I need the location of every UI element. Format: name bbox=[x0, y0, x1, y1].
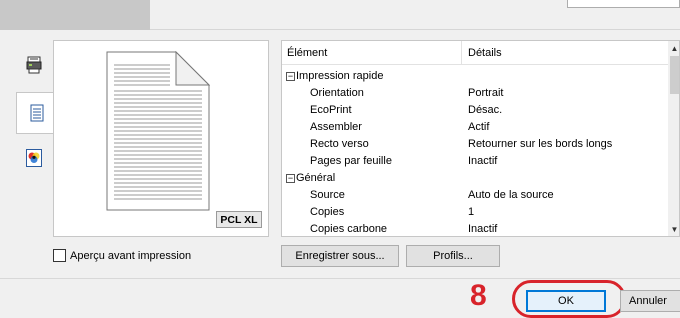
row-value: Auto de la source bbox=[468, 189, 554, 201]
step-callout-number: 8 bbox=[470, 279, 487, 312]
checkbox-label: Aperçu avant impression bbox=[70, 249, 192, 262]
row-name: Pages par feuille bbox=[310, 155, 392, 167]
row-name: Copies bbox=[310, 206, 345, 218]
row-value: Inactif bbox=[468, 155, 498, 167]
table-row[interactable]: Recto verso Retourner sur les bords long… bbox=[282, 136, 668, 153]
document-icon bbox=[30, 104, 43, 122]
vertical-scrollbar[interactable]: ▲ ▼ bbox=[668, 41, 679, 236]
table-row[interactable]: Copies 1 bbox=[282, 204, 668, 221]
profiles-button[interactable]: Profils... bbox=[406, 245, 500, 267]
cancel-button[interactable]: Annuler bbox=[620, 290, 680, 312]
row-value: Inactif bbox=[468, 223, 498, 235]
table-row[interactable]: Copies carbone Inactif bbox=[282, 221, 668, 236]
table-header: Élément Détails bbox=[282, 41, 668, 65]
row-value: Portrait bbox=[468, 87, 504, 99]
page-preview-icon bbox=[106, 51, 210, 211]
row-name: Orientation bbox=[310, 87, 364, 99]
divider bbox=[0, 278, 680, 279]
top-tab[interactable] bbox=[0, 0, 150, 30]
table-row[interactable]: Assembler Actif bbox=[282, 119, 668, 136]
settings-summary-table: Élément Détails − Impression rapide Orie… bbox=[281, 40, 680, 237]
column-divider[interactable] bbox=[461, 41, 462, 65]
row-name: Général bbox=[296, 172, 336, 184]
print-preview-checkbox[interactable]: Aperçu avant impression bbox=[53, 249, 191, 262]
table-rows: − Impression rapide Orientation Portrait… bbox=[282, 68, 668, 236]
collapse-icon[interactable]: − bbox=[286, 174, 295, 183]
row-name: Assembler bbox=[310, 121, 362, 133]
side-tab-document[interactable] bbox=[16, 92, 56, 134]
row-value: Désac. bbox=[468, 104, 503, 116]
row-name: Source bbox=[310, 189, 345, 201]
row-value: Actif bbox=[468, 121, 490, 133]
table-row[interactable]: EcoPrint Désac. bbox=[282, 102, 668, 119]
pdl-badge: PCL XL bbox=[216, 211, 262, 228]
row-value: Retourner sur les bords longs bbox=[468, 138, 613, 150]
checkbox-box[interactable] bbox=[53, 249, 66, 262]
table-row[interactable]: Pages par feuille Inactif bbox=[282, 153, 668, 170]
row-name: EcoPrint bbox=[310, 104, 352, 116]
row-name: Recto verso bbox=[310, 138, 369, 150]
collapse-icon[interactable]: − bbox=[286, 72, 295, 81]
side-tab-column bbox=[14, 44, 56, 179]
top-right-control[interactable] bbox=[567, 0, 680, 8]
column-header-details[interactable]: Détails bbox=[468, 47, 502, 59]
column-header-element[interactable]: Élément bbox=[287, 47, 327, 59]
color-icon bbox=[26, 149, 42, 167]
save-as-button[interactable]: Enregistrer sous... bbox=[281, 245, 399, 267]
table-row-group[interactable]: − Impression rapide bbox=[282, 68, 668, 85]
scrollbar-thumb[interactable] bbox=[670, 56, 679, 94]
side-tab-printer[interactable] bbox=[14, 44, 54, 86]
scroll-up-icon[interactable]: ▲ bbox=[668, 41, 679, 55]
table-row-group[interactable]: − Général bbox=[282, 170, 668, 187]
row-value: 1 bbox=[468, 206, 475, 218]
page-preview-panel: PCL XL bbox=[53, 40, 269, 237]
printer-settings-icon bbox=[26, 56, 42, 74]
table-row[interactable]: Source Auto de la source bbox=[282, 187, 668, 204]
side-tab-color[interactable] bbox=[14, 137, 54, 179]
row-name: Impression rapide bbox=[296, 70, 384, 82]
table-row[interactable]: Orientation Portrait bbox=[282, 85, 668, 102]
row-name: Copies carbone bbox=[310, 223, 388, 235]
highlight-ring bbox=[512, 280, 626, 318]
scroll-down-icon[interactable]: ▼ bbox=[668, 222, 679, 236]
